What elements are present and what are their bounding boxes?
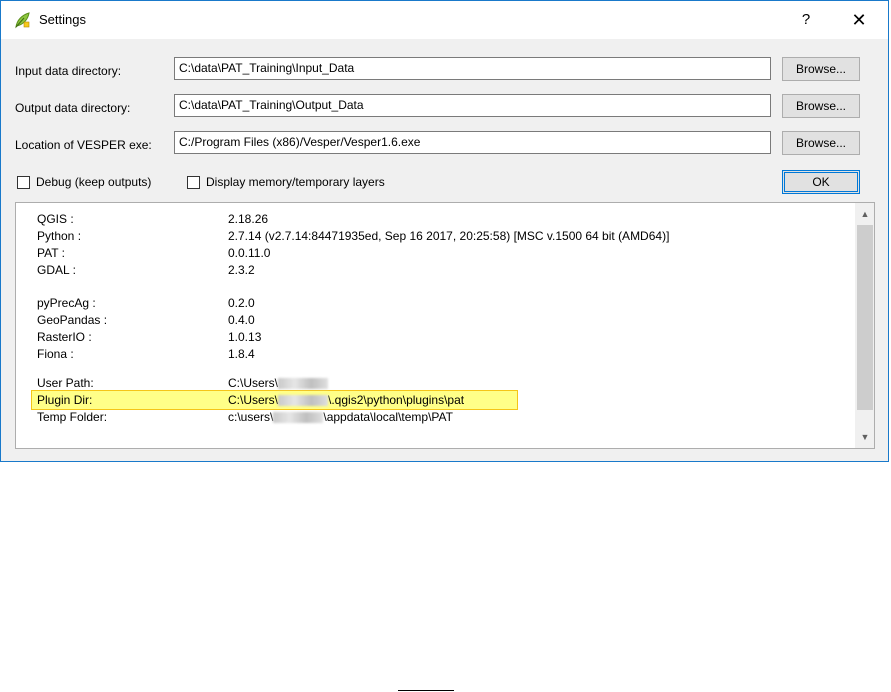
output-dir-field[interactable]: C:\data\PAT_Training\Output_Data [174,94,771,117]
path-prefix: c:\users\ [228,410,274,424]
info-text-panel[interactable]: QGIS : 2.18.26 Python : 2.7.14 (v2.7.14:… [15,202,875,449]
underline-fragment [398,690,454,691]
debug-option[interactable]: Debug (keep outputs) [17,173,151,191]
window-title: Settings [39,12,86,27]
scroll-down-arrow-icon[interactable]: ▼ [856,429,874,446]
info-value: C:\Users\ [228,376,329,390]
vesper-exe-field[interactable]: C:/Program Files (x86)/Vesper/Vesper1.6.… [174,131,771,154]
info-key: RasterIO : [37,330,92,344]
debug-label: Debug (keep outputs) [36,175,152,189]
info-value: 1.8.4 [228,347,255,361]
qgis-leaf-icon [15,12,30,29]
info-key: User Path: [37,376,94,390]
input-dir-label: Input data directory: [15,64,122,78]
debug-checkbox[interactable] [17,175,30,189]
info-key: Fiona : [37,347,74,361]
info-key: GeoPandas : [37,313,108,327]
title-bar: Settings ? ✕ [1,1,888,39]
info-value: 2.7.14 (v2.7.14:84471935ed, Sep 16 2017,… [228,229,670,243]
info-key: pyPrecAg : [37,296,96,310]
help-button[interactable]: ? [791,5,821,35]
info-key: PAT : [37,246,66,260]
info-value: 0.2.0 [228,296,255,310]
info-value: 0.4.0 [228,313,255,327]
vesper-exe-browse-button[interactable]: Browse... [782,131,860,155]
settings-dialog: Settings ? ✕ Input data directory: C:\da… [0,0,889,462]
redacted-username [273,412,324,424]
vesper-exe-label: Location of VESPER exe: [15,138,152,152]
display-layers-option[interactable]: Display memory/temporary layers [187,173,385,191]
info-value: 1.0.13 [228,330,262,344]
path-prefix: C:\Users\ [228,393,279,407]
input-dir-browse-button[interactable]: Browse... [782,57,860,81]
info-key: Python : [37,229,82,243]
path-prefix: C:\Users\ [228,376,279,390]
info-value: 2.3.2 [228,263,255,277]
close-button[interactable]: ✕ [844,5,874,35]
info-key: GDAL : [37,263,76,277]
display-layers-label: Display memory/temporary layers [206,175,385,189]
ok-button[interactable]: OK [782,170,860,194]
info-key: Plugin Dir: [37,393,93,407]
path-suffix: \.qgis2\python\plugins\pat [328,393,465,407]
redacted-username [278,395,329,407]
info-value: 0.0.11.0 [228,246,271,260]
info-value: C:\Users\ \.qgis2\python\plugins\pat [228,393,464,407]
vertical-scrollbar[interactable]: ▲ ▼ [855,203,874,448]
redacted-username [278,378,329,390]
scroll-up-arrow-icon[interactable]: ▲ [856,206,874,223]
info-value: 2.18.26 [228,212,269,226]
output-dir-browse-button[interactable]: Browse... [782,94,860,118]
path-suffix: \appdata\local\temp\PAT [323,410,453,424]
info-key: Temp Folder: [37,410,108,424]
display-layers-checkbox[interactable] [187,175,200,189]
output-dir-label: Output data directory: [15,101,131,115]
input-dir-field[interactable]: C:\data\PAT_Training\Input_Data [174,57,771,80]
scrollbar-thumb[interactable] [857,225,873,410]
info-value: c:\users\ \appdata\local\temp\PAT [228,410,453,424]
info-key: QGIS : [37,212,74,226]
